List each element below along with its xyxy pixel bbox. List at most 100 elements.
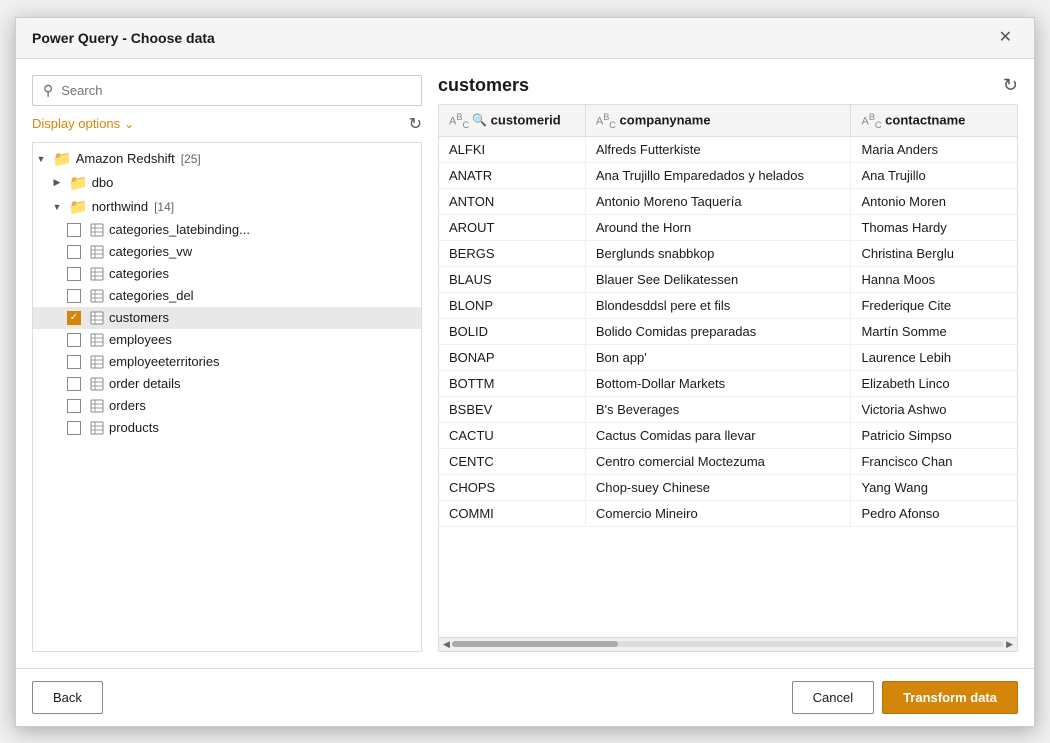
cell-contactname-11: Patricio Simpso bbox=[851, 423, 1017, 449]
data-table-wrapper: ABC 🔍 customerid ABC companyname bbox=[438, 104, 1018, 652]
tree-item-amazon-redshift[interactable]: ▼ 📁 Amazon Redshift [25] bbox=[33, 147, 421, 171]
cell-companyname-8: Bon app' bbox=[585, 345, 851, 371]
cell-companyname-5: Blauer See Delikatessen bbox=[585, 267, 851, 293]
tree-label-categories-latebinding: categories_latebinding... bbox=[109, 222, 250, 237]
cell-contactname-0: Maria Anders bbox=[851, 137, 1017, 163]
cell-customerid-14: COMMI bbox=[439, 501, 585, 527]
tree-item-employeeterritories[interactable]: employeeterritories bbox=[33, 351, 421, 373]
footer-right: Cancel Transform data bbox=[792, 681, 1018, 714]
table-icon-employees bbox=[89, 332, 105, 348]
checkbox-employees[interactable] bbox=[67, 333, 81, 347]
cell-contactname-1: Ana Trujillo bbox=[851, 163, 1017, 189]
table-row: BOTTMBottom-Dollar MarketsElizabeth Linc… bbox=[439, 371, 1017, 397]
tree-label-order-details: order details bbox=[109, 376, 181, 391]
table-icon-orders bbox=[89, 398, 105, 414]
checkbox-categories-latebinding[interactable] bbox=[67, 223, 81, 237]
search-col-icon: 🔍 bbox=[472, 113, 487, 127]
tree-item-categories-del[interactable]: categories_del bbox=[33, 285, 421, 307]
search-input[interactable] bbox=[61, 83, 411, 98]
table-row: BSBEVB's BeveragesVictoria Ashwo bbox=[439, 397, 1017, 423]
content-area: ⚲ Display options ⌄ ↻ ▼ 📁 Amazon bbox=[16, 59, 1034, 668]
cancel-button[interactable]: Cancel bbox=[792, 681, 874, 714]
tree-item-northwind[interactable]: ▼ 📁 northwind [14] bbox=[33, 195, 421, 219]
checkbox-products[interactable] bbox=[67, 421, 81, 435]
tree-label-northwind: northwind bbox=[92, 199, 148, 214]
tree-item-dbo[interactable]: ▶ 📁 dbo bbox=[33, 171, 421, 195]
col-type-contactname: ABC bbox=[861, 112, 881, 130]
table-row: CHOPSChop-suey ChineseYang Wang bbox=[439, 475, 1017, 501]
search-icon: ⚲ bbox=[43, 82, 53, 99]
checkbox-customers[interactable]: ✓ bbox=[67, 311, 81, 325]
checkbox-categories-del[interactable] bbox=[67, 289, 81, 303]
cell-customerid-0: ALFKI bbox=[439, 137, 585, 163]
table-icon-order-details bbox=[89, 376, 105, 392]
table-row: BERGSBerglunds snabbkopChristina Berglu bbox=[439, 241, 1017, 267]
table-refresh-button[interactable]: ↻ bbox=[1003, 75, 1018, 96]
close-button[interactable]: ✕ bbox=[993, 28, 1018, 48]
dialog: Power Query - Choose data ✕ ⚲ Display op… bbox=[15, 17, 1035, 727]
tree-container[interactable]: ▼ 📁 Amazon Redshift [25] ▶ 📁 dbo bbox=[32, 142, 422, 652]
cell-contactname-10: Victoria Ashwo bbox=[851, 397, 1017, 423]
cell-companyname-6: Blondesddsl pere et fils bbox=[585, 293, 851, 319]
expand-icon-amazon-redshift: ▼ bbox=[33, 151, 49, 167]
cell-contactname-12: Francisco Chan bbox=[851, 449, 1017, 475]
col-label-contactname: contactname bbox=[885, 112, 965, 127]
tree-item-order-details[interactable]: order details bbox=[33, 373, 421, 395]
table-icon-products bbox=[89, 420, 105, 436]
tree-item-products[interactable]: products bbox=[33, 417, 421, 439]
cell-companyname-1: Ana Trujillo Emparedados y helados bbox=[585, 163, 851, 189]
tree-item-customers[interactable]: ✓ customers bbox=[33, 307, 421, 329]
h-scroll-thumb bbox=[452, 641, 618, 647]
tree-label-categories-vw: categories_vw bbox=[109, 244, 192, 259]
cell-contactname-5: Hanna Moos bbox=[851, 267, 1017, 293]
table-row: AROUTAround the HornThomas Hardy bbox=[439, 215, 1017, 241]
tree-item-categories-latebinding[interactable]: categories_latebinding... bbox=[33, 219, 421, 241]
tree-item-orders[interactable]: orders bbox=[33, 395, 421, 417]
folder-icon-amazon-redshift: 📁 bbox=[53, 150, 72, 168]
checkbox-categories-vw[interactable] bbox=[67, 245, 81, 259]
tree-item-categories[interactable]: categories bbox=[33, 263, 421, 285]
display-options-button[interactable]: Display options ⌄ bbox=[32, 116, 134, 131]
checkbox-order-details[interactable] bbox=[67, 377, 81, 391]
cell-companyname-7: Bolido Comidas preparadas bbox=[585, 319, 851, 345]
checkbox-orders[interactable] bbox=[67, 399, 81, 413]
tree-count-northwind: [14] bbox=[154, 200, 174, 214]
table-icon-employeeterritories bbox=[89, 354, 105, 370]
cell-contactname-4: Christina Berglu bbox=[851, 241, 1017, 267]
cell-contactname-6: Frederique Cite bbox=[851, 293, 1017, 319]
expand-icon-dbo: ▶ bbox=[49, 175, 65, 191]
transform-data-button[interactable]: Transform data bbox=[882, 681, 1018, 714]
cell-companyname-2: Antonio Moreno Taquería bbox=[585, 189, 851, 215]
cell-contactname-8: Laurence Lebih bbox=[851, 345, 1017, 371]
left-refresh-button[interactable]: ↻ bbox=[409, 114, 422, 134]
table-scroll-area[interactable]: ABC 🔍 customerid ABC companyname bbox=[439, 105, 1017, 637]
tree-label-employeeterritories: employeeterritories bbox=[109, 354, 220, 369]
checkbox-employeeterritories[interactable] bbox=[67, 355, 81, 369]
cell-customerid-4: BERGS bbox=[439, 241, 585, 267]
cell-contactname-13: Yang Wang bbox=[851, 475, 1017, 501]
col-header-companyname: ABC companyname bbox=[585, 105, 851, 137]
cell-companyname-13: Chop-suey Chinese bbox=[585, 475, 851, 501]
checkbox-categories[interactable] bbox=[67, 267, 81, 281]
scroll-left-arrow[interactable]: ◀ bbox=[443, 639, 450, 650]
cell-customerid-1: ANATR bbox=[439, 163, 585, 189]
scroll-right-arrow[interactable]: ▶ bbox=[1006, 639, 1013, 650]
abc-icon-contactname: ABC bbox=[861, 112, 881, 130]
footer: Back Cancel Transform data bbox=[16, 668, 1034, 726]
tree-item-employees[interactable]: employees bbox=[33, 329, 421, 351]
table-header-row: ABC 🔍 customerid ABC companyname bbox=[439, 105, 1017, 137]
table-row: COMMIComercio MineiroPedro Afonso bbox=[439, 501, 1017, 527]
tree-scroll-area: ▼ 📁 Amazon Redshift [25] ▶ 📁 dbo bbox=[33, 143, 421, 443]
col-label-customerid: customerid bbox=[491, 112, 561, 127]
cell-companyname-0: Alfreds Futterkiste bbox=[585, 137, 851, 163]
back-button[interactable]: Back bbox=[32, 681, 103, 714]
table-row: BOLIDBolido Comidas preparadasMartín Som… bbox=[439, 319, 1017, 345]
table-row: ANATRAna Trujillo Emparedados y heladosA… bbox=[439, 163, 1017, 189]
horizontal-scrollbar[interactable]: ◀ ▶ bbox=[439, 637, 1017, 651]
cell-customerid-9: BOTTM bbox=[439, 371, 585, 397]
tree-item-categories-vw[interactable]: categories_vw bbox=[33, 241, 421, 263]
table-icon-customers bbox=[89, 310, 105, 326]
cell-contactname-7: Martín Somme bbox=[851, 319, 1017, 345]
tree-label-categories: categories bbox=[109, 266, 169, 281]
cell-contactname-9: Elizabeth Linco bbox=[851, 371, 1017, 397]
